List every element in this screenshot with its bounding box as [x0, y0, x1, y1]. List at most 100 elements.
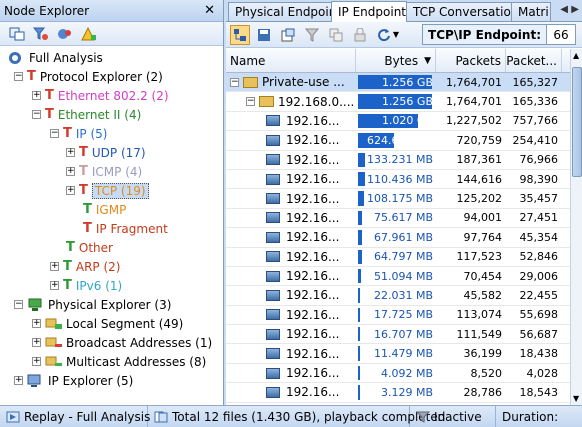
expand-icon[interactable]: + — [14, 376, 23, 385]
status-filter: Inactive — [410, 406, 496, 427]
cell-packets-2: 18,543 — [519, 385, 559, 399]
export-icon[interactable] — [278, 25, 298, 45]
replay-icon — [6, 411, 20, 423]
cell-packets-2: 76,966 — [519, 153, 559, 167]
collapse-icon[interactable]: − — [50, 129, 59, 138]
computer-icon — [266, 270, 280, 282]
node-tree: Full Analysis − T Protocol Explorer (2) … — [0, 46, 223, 388]
tree-node-udp[interactable]: + T UDP (17) — [66, 143, 146, 162]
table-row[interactable]: 192.16... 17.725 MB 113,074 55,698 — [226, 306, 570, 326]
collapse-icon[interactable]: − — [230, 77, 239, 87]
expand-icon[interactable]: + — [32, 357, 41, 366]
copy-icon[interactable] — [326, 25, 346, 45]
table-row[interactable]: 192.16... 75.617 MB 94,001 27,451 — [226, 209, 570, 229]
tree-node-local-segment[interactable]: + Local Segment (49) — [32, 314, 183, 333]
node-explorer-title-bar: Node Explorer ✕ — [0, 0, 223, 22]
tree-node-physical-explorer[interactable]: − Physical Explorer (3) — [14, 295, 171, 314]
cell-bytes-text: 108.175 MB — [366, 192, 433, 206]
tree-node-igmp[interactable]: T IGMP — [83, 200, 126, 219]
collapse-icon[interactable]: − — [14, 72, 23, 81]
tree-node-broadcast[interactable]: + Broadcast Addresses (1) — [32, 333, 212, 352]
multicast-icon — [45, 355, 62, 369]
column-header-packets-2[interactable]: Packet... — [506, 49, 562, 72]
expand-icon[interactable]: + — [32, 338, 41, 347]
tree-node-ethernet-802-2[interactable]: + T Ethernet 802.2 (2) — [32, 86, 169, 105]
table-row[interactable]: 192.16... 3.129 MB 28,786 18,543 — [226, 383, 570, 403]
scrollbar-thumb[interactable] — [572, 67, 582, 177]
bookmark-node-icon[interactable] — [56, 26, 74, 42]
table-row[interactable]: 192.16... 11.479 MB 36,199 18,438 — [226, 344, 570, 364]
vertical-scrollbar[interactable]: ▲ ▼ — [570, 49, 582, 405]
table-row[interactable]: 192.16... 16.707 MB 111,549 56,687 — [226, 325, 570, 345]
column-header-packets[interactable]: Packets — [436, 49, 506, 72]
tab-physical-endpoint[interactable]: Physical Endpoint — [228, 2, 332, 21]
filter-node-icon[interactable] — [32, 26, 50, 42]
expand-icon[interactable]: + — [50, 281, 59, 290]
tab-scroll-right-icon[interactable]: ▶ — [571, 4, 579, 15]
tree-node-tcp[interactable]: + T TCP (19) — [66, 181, 149, 200]
table-row[interactable]: 192.16... 1.020 GB 1,227,502 757,766 — [226, 112, 570, 132]
tab-tcp-conversation[interactable]: TCP Conversation — [406, 2, 512, 21]
protocol-icon: T — [83, 221, 92, 236]
tree-node-ipv6[interactable]: + T IPv6 (1) — [50, 276, 122, 295]
tree-node-ip-fragment[interactable]: T IP Fragment — [83, 219, 168, 238]
tree-node-protocol-explorer[interactable]: − T Protocol Explorer (2) — [14, 67, 163, 86]
tree-node-ip[interactable]: − T IP (5) — [50, 124, 107, 143]
add-node-icon[interactable] — [8, 26, 26, 42]
tree-node-other[interactable]: T Other — [66, 238, 113, 257]
segment-icon — [45, 317, 62, 331]
tab-matrix[interactable]: Matri — [511, 2, 551, 21]
cell-bytes-text: 1.256 GB — [381, 95, 433, 109]
tree-node-icmp[interactable]: + T ICMP (4) — [66, 162, 142, 181]
scroll-down-icon[interactable]: ▼ — [573, 394, 579, 403]
expand-icon[interactable]: + — [32, 319, 41, 328]
tree-node-ip-explorer[interactable]: + IP Explorer (5) — [14, 371, 133, 390]
cell-packets-2: 757,766 — [512, 114, 559, 128]
table-row[interactable]: − Private-use ... 1.256 GB 1,764,701 165,327 — [226, 73, 570, 93]
bytes-bar — [358, 210, 362, 226]
expand-icon[interactable]: + — [66, 148, 75, 157]
column-header-name[interactable]: Name — [226, 49, 356, 72]
table-row[interactable]: 192.16... 67.961 MB 97,764 45,354 — [226, 228, 570, 248]
bytes-bar — [358, 307, 360, 323]
tree-node-label: TCP (19) — [91, 182, 149, 199]
scroll-up-icon[interactable]: ▲ — [573, 51, 579, 60]
lock-icon[interactable] — [350, 25, 370, 45]
tree-node-multicast[interactable]: + Multicast Addresses (8) — [32, 352, 206, 371]
expand-icon[interactable]: + — [32, 91, 41, 100]
node-explorer-title: Node Explorer — [4, 3, 90, 18]
table-row[interactable]: − 192.168.0.... 1.256 GB 1,764,701 165,336 — [226, 92, 570, 112]
table-row[interactable]: 192.16... 110.436 MB 144,616 98,390 — [226, 170, 570, 190]
table-row[interactable]: 192.16... 4.092 MB 8,520 4,028 — [226, 364, 570, 384]
collapse-icon[interactable]: − — [14, 300, 23, 309]
close-icon[interactable]: ✕ — [204, 3, 215, 18]
refresh-icon[interactable]: ▼ — [374, 25, 402, 45]
table-row[interactable]: 192.16... 51.094 MB 70,454 29,006 — [226, 267, 570, 287]
table-row[interactable]: 192.16... 22.031 MB 45,582 22,455 — [226, 286, 570, 306]
collapse-icon[interactable]: − — [246, 97, 255, 107]
tab-scroll-left-icon[interactable]: ◀ — [560, 4, 568, 15]
table-row[interactable]: 192.16... 108.175 MB 125,202 35,457 — [226, 189, 570, 209]
tree-node-arp[interactable]: + T ARP (2) — [50, 257, 120, 276]
collapse-icon[interactable]: − — [32, 110, 41, 119]
computer-icon — [266, 386, 280, 398]
expand-icon[interactable]: + — [66, 167, 75, 176]
tree-view-icon[interactable] — [230, 24, 250, 45]
tab-ip-endpoint[interactable]: IP Endpoint — [331, 1, 407, 22]
expand-icon[interactable]: + — [50, 262, 59, 271]
tree-node-full-analysis[interactable]: Full Analysis — [8, 48, 103, 67]
cell-packets: 117,523 — [456, 250, 503, 264]
tree-node-ethernet-ii[interactable]: − T Ethernet II (4) — [32, 105, 141, 124]
expand-icon[interactable]: + — [66, 186, 75, 195]
table-body: − Private-use ... 1.256 GB 1,764,701 165,327… — [226, 73, 570, 403]
table-row[interactable]: 192.16... 624.656 MB 720,759 254,410 — [226, 131, 570, 151]
cell-name: 192.16... — [226, 112, 356, 130]
column-header-bytes[interactable]: Bytes ▼ — [356, 49, 436, 72]
save-icon[interactable] — [254, 25, 274, 45]
cell-packets-2: 56,687 — [519, 327, 559, 341]
computer-icon — [266, 231, 280, 243]
warning-node-icon[interactable] — [80, 26, 98, 42]
filter-icon[interactable] — [302, 25, 322, 45]
table-row[interactable]: 192.16... 64.797 MB 117,523 52,846 — [226, 248, 570, 267]
table-row[interactable]: 192.16... 133.231 MB 187,361 76,966 — [226, 151, 570, 170]
